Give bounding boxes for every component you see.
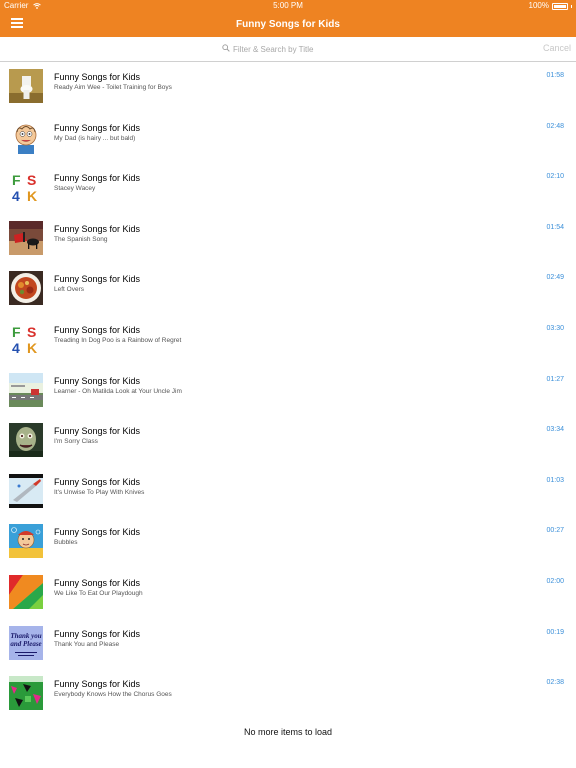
item-subtitle: I'm Sorry Class	[54, 438, 98, 446]
list-item[interactable]: Thank you and Please Funny Songs for Kid…	[0, 619, 576, 670]
list-item[interactable]: F S 4 K Funny Songs for Kids Treading In…	[0, 315, 576, 366]
green-chorus-image	[9, 676, 43, 711]
song-list: Funny Songs for Kids Ready Aim Wee - Toi…	[0, 62, 576, 720]
svg-text:K: K	[27, 188, 37, 204]
page-title: Funny Songs for Kids	[236, 19, 340, 30]
item-title: Funny Songs for Kids	[54, 426, 141, 437]
svg-text:S: S	[27, 172, 36, 188]
list-item[interactable]: Funny Songs for Kids Everybody Knows How…	[0, 669, 576, 720]
list-item[interactable]: F S 4 K Funny Songs for Kids Stacey Wace…	[0, 163, 576, 214]
zombie-image	[9, 423, 43, 458]
fs4k-logo: F S 4 K	[9, 321, 43, 356]
search-icon	[222, 44, 230, 52]
cartoon-dad-image	[9, 119, 43, 154]
item-subtitle: Left Overs	[54, 286, 84, 294]
item-subtitle: Bubbles	[54, 539, 78, 547]
bullfight-image	[9, 220, 43, 255]
item-title: Funny Songs for Kids	[54, 223, 141, 234]
item-duration: 00:19	[546, 628, 564, 636]
list-item[interactable]: Funny Songs for Kids We Like To Eat Our …	[0, 568, 576, 619]
list-item[interactable]: Funny Songs for Kids Learner - Oh Matild…	[0, 366, 576, 417]
svg-text:4: 4	[12, 188, 20, 204]
item-duration: 02:38	[546, 679, 564, 687]
item-duration: 02:00	[546, 577, 564, 585]
item-subtitle: It's Unwise To Play With Knives	[54, 488, 145, 496]
list-item[interactable]: Funny Songs for Kids I'm Sorry Class 03:…	[0, 416, 576, 467]
item-title: Funny Songs for Kids	[54, 324, 141, 335]
item-duration: 03:34	[546, 426, 564, 434]
knife-image	[9, 473, 43, 508]
status-time: 5:00 PM	[273, 1, 303, 10]
no-more-items-label: No more items to load	[243, 727, 333, 737]
list-item[interactable]: Funny Songs for Kids The Spanish Song 01…	[0, 214, 576, 265]
item-duration: 01:54	[546, 223, 564, 231]
playdough-image	[9, 574, 43, 609]
item-subtitle: We Like To Eat Our Playdough	[54, 589, 143, 597]
item-subtitle: Everybody Knows How the Chorus Goes	[54, 691, 172, 699]
item-duration: 01:27	[546, 375, 564, 383]
item-duration: 01:03	[546, 476, 564, 484]
item-subtitle: Ready Aim Wee - Toilet Training for Boys	[54, 84, 172, 91]
item-subtitle: My Dad (is hairy ... but bald)	[54, 134, 136, 142]
svg-text:F: F	[12, 324, 21, 340]
food-plate-image	[9, 271, 43, 306]
item-title: Funny Songs for Kids	[54, 527, 141, 538]
battery-percent: 100%	[528, 1, 549, 10]
item-subtitle: Learner - Oh Matilda Look at Your Uncle …	[54, 387, 182, 395]
item-title: Funny Songs for Kids	[54, 122, 141, 133]
cancel-button[interactable]: Cancel	[543, 43, 571, 53]
item-duration: 01:58	[546, 72, 564, 79]
list-item[interactable]: Funny Songs for Kids It's Unwise To Play…	[0, 467, 576, 518]
road-image	[9, 372, 43, 407]
item-subtitle: Thank You and Please	[54, 640, 120, 648]
item-title: Funny Songs for Kids	[54, 274, 141, 285]
item-title: Funny Songs for Kids	[54, 476, 141, 487]
toilet-image	[9, 69, 43, 103]
list-item[interactable]: Funny Songs for Kids Bubbles 00:27	[0, 517, 576, 568]
thank-you-card-line-2: and Please	[10, 639, 42, 648]
item-duration: 03:30	[546, 324, 564, 332]
search-bar: Cancel	[0, 37, 576, 62]
thank-you-card-image: Thank you and Please	[9, 625, 43, 660]
battery-icon	[552, 2, 568, 10]
status-bar: Carrier 5:00 PM 100%	[0, 0, 576, 12]
list-item[interactable]: Funny Songs for Kids My Dad (is hairy ..…	[0, 113, 576, 164]
item-title: Funny Songs for Kids	[54, 628, 141, 639]
svg-text:S: S	[27, 324, 36, 340]
item-title: Funny Songs for Kids	[54, 577, 141, 588]
item-title: Funny Songs for Kids	[54, 173, 141, 184]
svg-text:F: F	[12, 172, 21, 188]
item-title: Funny Songs for Kids	[54, 72, 141, 82]
item-duration: 00:27	[546, 527, 564, 535]
svg-text:4: 4	[12, 340, 20, 356]
fs4k-logo: F S 4 K	[9, 170, 43, 205]
item-title: Funny Songs for Kids	[54, 679, 141, 690]
cartoon-bubbles-image	[9, 524, 43, 559]
item-subtitle: The Spanish Song	[54, 235, 108, 243]
list-item[interactable]: Funny Songs for Kids Left Overs 02:49	[0, 264, 576, 315]
search-input[interactable]	[233, 41, 433, 57]
svg-text:K: K	[27, 340, 37, 356]
battery-indicator: 100%	[529, 0, 572, 12]
nav-bar: Carrier 5:00 PM 100% Funny Songs for Kid…	[0, 0, 576, 37]
item-subtitle: Stacey Wacey	[54, 185, 96, 193]
list-item[interactable]: Funny Songs for Kids Ready Aim Wee - Toi…	[0, 62, 576, 113]
item-duration: 02:49	[546, 274, 564, 282]
item-subtitle: Treading In Dog Poo is a Rainbow of Regr…	[54, 336, 182, 344]
item-duration: 02:10	[546, 173, 564, 181]
thank-you-card-line-1: Thank you	[10, 631, 42, 640]
item-duration: 02:48	[546, 122, 564, 130]
item-title: Funny Songs for Kids	[54, 375, 141, 386]
